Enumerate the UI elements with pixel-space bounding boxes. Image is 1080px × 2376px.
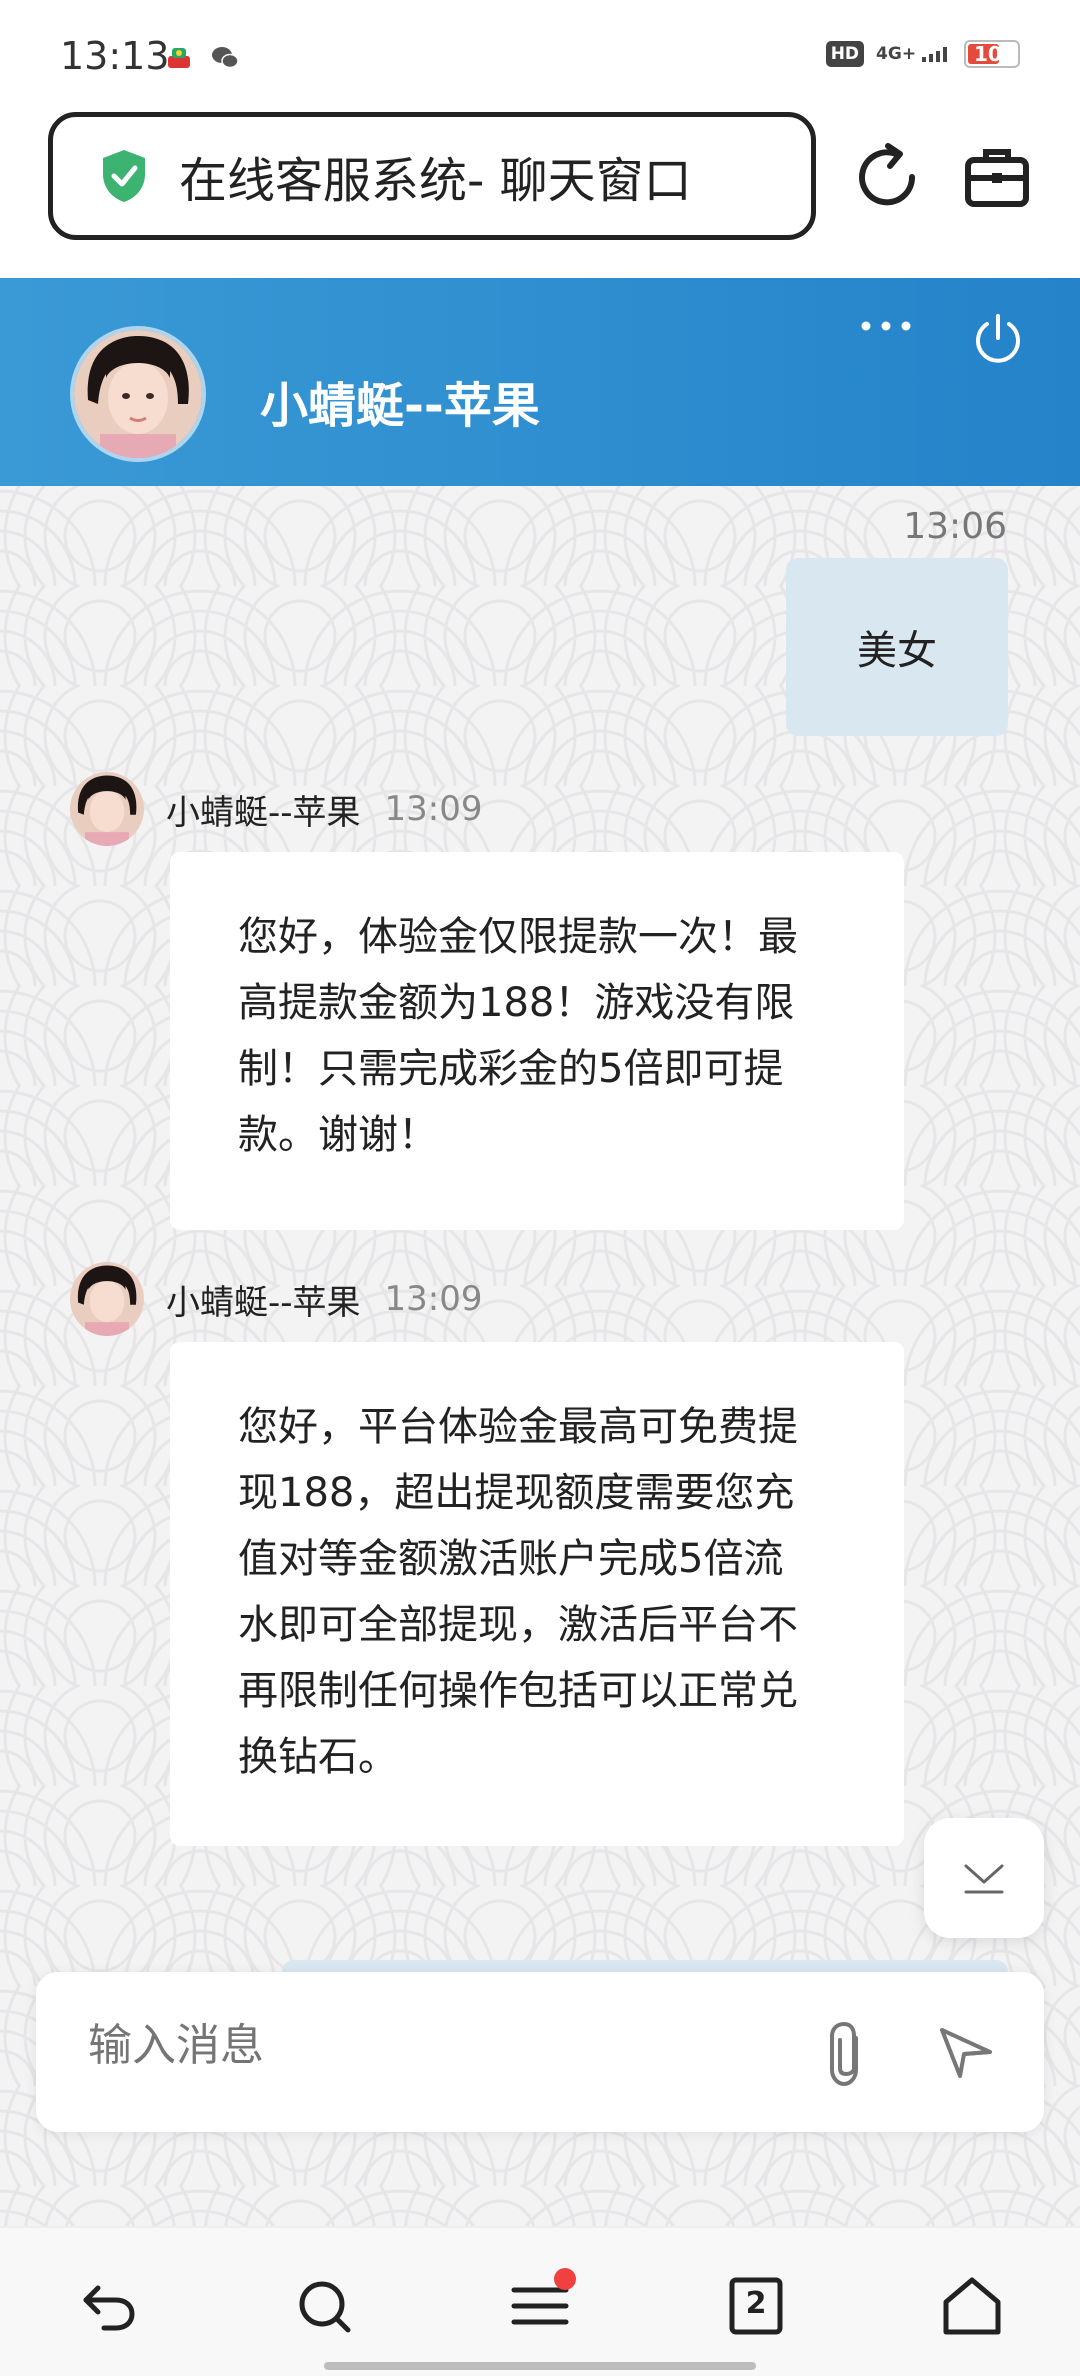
power-icon[interactable] — [970, 310, 1026, 366]
home-icon[interactable] — [940, 2274, 1004, 2338]
message-line: 水即可全部提现，激活后平台不 — [238, 1602, 798, 1648]
message-header: 小蜻蜓--苹果 13:09 — [70, 772, 483, 846]
message-line: 高提款金额为188！游戏没有限 — [238, 980, 795, 1026]
message-line: 值对等金额激活账户完成5倍流 — [238, 1536, 784, 1582]
message-line: 您好，体验金仅限提款一次！最 — [238, 914, 798, 960]
back-icon[interactable] — [76, 2274, 140, 2338]
message-time: 13:06 — [903, 506, 1007, 547]
message-line: 再限制任何操作包括可以正常兑 — [238, 1668, 798, 1714]
battery-icon: 10 — [964, 40, 1020, 68]
tab-count: 2 — [745, 2286, 767, 2321]
hd-badge: HD — [825, 41, 865, 67]
chevron-down-icon — [964, 1864, 1004, 1894]
address-bar[interactable]: 在线客服系统- 聊天窗口 — [48, 112, 816, 240]
message-line: 您好，平台体验金最高可免费提 — [238, 1404, 798, 1450]
scroll-to-bottom-button[interactable] — [924, 1818, 1044, 1938]
search-icon[interactable] — [292, 2274, 356, 2338]
shield-check-icon — [103, 150, 145, 202]
message-time: 13:09 — [384, 789, 483, 829]
agent-avatar-small[interactable] — [70, 772, 144, 846]
message-sender: 小蜻蜓--苹果 — [166, 1282, 361, 1323]
message-composer — [36, 1972, 1044, 2132]
agent-avatar-small[interactable] — [70, 1262, 144, 1336]
network-label: 4G+ — [876, 43, 917, 64]
agent-message-bubble[interactable]: 您好，体验金仅限提款一次！最 高提款金额为188！游戏没有限 制！只需完成彩金的… — [170, 852, 904, 1230]
message-line: 制！只需完成彩金的5倍即可提 — [238, 1046, 784, 1092]
more-icon[interactable] — [860, 318, 912, 334]
signal-icon: 4G+ — [876, 43, 952, 64]
status-bar: 13:13 HD 4G+ 10 — [0, 0, 1080, 110]
bottom-navigation: 2 — [0, 2226, 1080, 2376]
notification-dot — [554, 2268, 576, 2290]
agent-avatar[interactable] — [70, 326, 206, 462]
game-app-icon — [168, 48, 190, 68]
chat-header: 小蜻蜓--苹果 — [0, 278, 1080, 486]
my-message-bubble[interactable]: 美女 — [786, 558, 1008, 736]
wechat-icon — [212, 47, 239, 69]
tabs-button[interactable]: 2 — [724, 2274, 788, 2338]
agent-name: 小蜻蜓--苹果 — [260, 378, 540, 434]
reload-icon[interactable] — [852, 142, 922, 212]
status-indicators: HD 4G+ 10 — [825, 40, 1020, 68]
message-time: 13:09 — [384, 1279, 483, 1319]
message-sender: 小蜻蜓--苹果 — [166, 792, 361, 833]
paperclip-icon[interactable] — [816, 2018, 882, 2090]
message-input[interactable] — [88, 2020, 788, 2071]
agent-message-bubble[interactable]: 您好，平台体验金最高可免费提 现188，超出提现额度需要您充 值对等金额激活账户… — [170, 1342, 904, 1846]
message-line: 款。谢谢！ — [238, 1112, 438, 1158]
message-line: 现188，超出提现额度需要您充 — [238, 1470, 795, 1516]
status-time: 13:13 — [60, 34, 170, 78]
battery-level: 10 — [974, 42, 1002, 66]
home-indicator[interactable] — [324, 2362, 756, 2370]
send-icon[interactable] — [936, 2022, 996, 2082]
message-header: 小蜻蜓--苹果 13:09 — [70, 1262, 483, 1336]
page-title: 在线客服系统- 聊天窗口 — [179, 153, 692, 209]
toolbox-icon[interactable] — [962, 142, 1032, 212]
message-line: 换钻石。 — [238, 1734, 398, 1780]
